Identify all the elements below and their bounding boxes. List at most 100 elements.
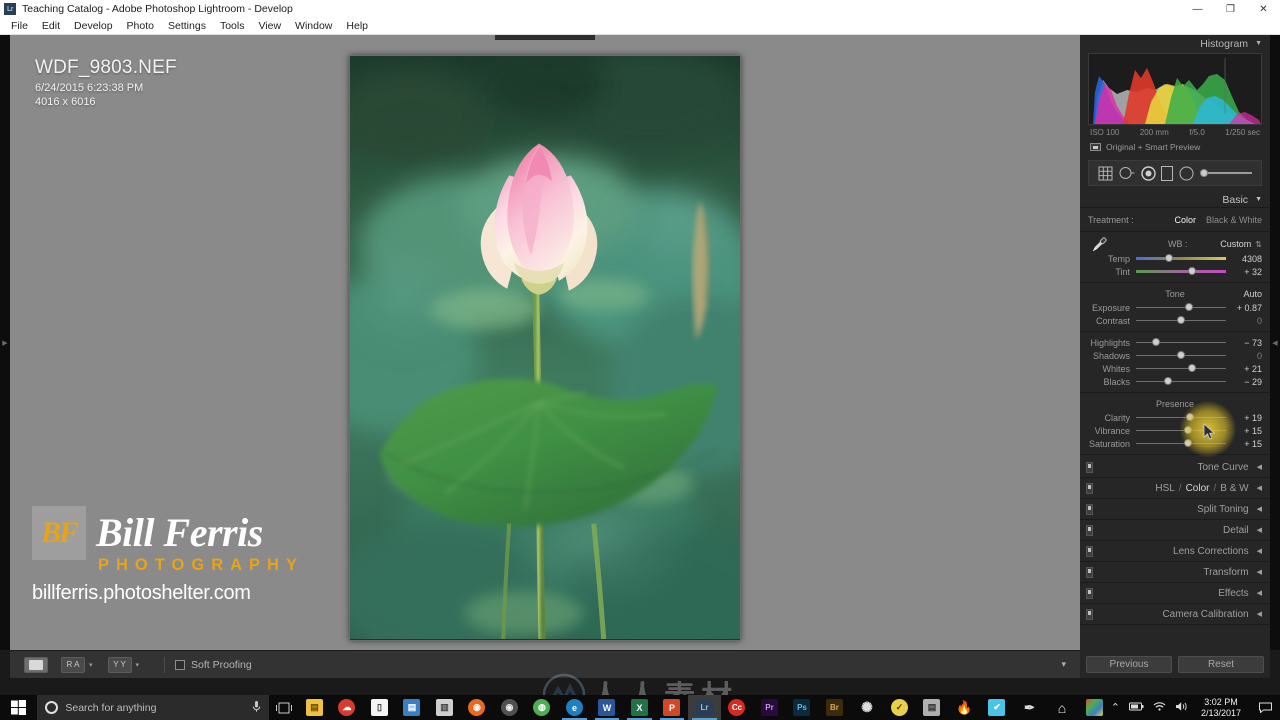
taskbar-app-flame[interactable]: 🔥 [948, 695, 981, 720]
shadows-track-wrap[interactable] [1136, 349, 1226, 362]
blacks-value[interactable]: − 29 [1232, 377, 1262, 387]
taskbar-app-premiere[interactable]: Pr [753, 695, 786, 720]
exposure-knob[interactable] [1185, 303, 1194, 311]
maximize-button[interactable]: ❐ [1214, 0, 1247, 18]
color-label[interactable]: Color [1186, 483, 1210, 494]
microphone-icon[interactable] [252, 700, 261, 716]
slider-temp[interactable]: Temp 4308 [1080, 252, 1270, 265]
previous-button[interactable]: Previous [1086, 655, 1172, 673]
split-toning-switch-icon[interactable] [1086, 503, 1093, 515]
brush-slider-knob[interactable] [1200, 169, 1209, 177]
clarity-track-wrap[interactable] [1136, 411, 1226, 424]
saturation-track-wrap[interactable] [1136, 437, 1226, 450]
menu-file[interactable]: File [4, 18, 35, 35]
hsl-chevron-icon[interactable]: ◀ [1257, 484, 1262, 492]
taskbar-app-powerpoint[interactable]: P [656, 695, 689, 720]
transform-chevron-icon[interactable]: ◀ [1257, 568, 1262, 576]
start-button[interactable] [0, 695, 37, 720]
temp-value[interactable]: 4308 [1232, 254, 1262, 264]
taskbar-app-clock[interactable]: ✓ [883, 695, 916, 720]
graduated-filter-icon[interactable] [1161, 165, 1174, 181]
tone-curve-switch-icon[interactable] [1086, 461, 1093, 473]
taskbar-app-word[interactable]: W [591, 695, 624, 720]
slider-vibrance[interactable]: Vibrance + 15 [1080, 424, 1270, 437]
menu-settings[interactable]: Settings [161, 18, 213, 35]
crop-overlay-icon[interactable] [1098, 166, 1113, 181]
panel-detail[interactable]: Detail ◀ [1080, 520, 1270, 541]
whites-knob[interactable] [1187, 364, 1196, 372]
exposure-value[interactable]: + 0.87 [1232, 303, 1262, 313]
taskbar-app-display[interactable]: ▤ [396, 695, 429, 720]
histogram-graph[interactable] [1088, 53, 1262, 125]
wifi-icon[interactable] [1153, 701, 1166, 714]
compare-caret-icon[interactable]: ▾ [89, 661, 93, 669]
right-panel-collapse-strip[interactable]: ◀ [1270, 35, 1280, 650]
whites-value[interactable]: + 21 [1232, 364, 1262, 374]
hsl-label[interactable]: HSL [1155, 483, 1174, 494]
camera-calibration-switch-icon[interactable] [1086, 608, 1093, 620]
menu-develop[interactable]: Develop [67, 18, 120, 35]
taskbar-app-photoshop[interactable]: Ps [786, 695, 819, 720]
tone-curve-chevron-icon[interactable]: ◀ [1257, 463, 1262, 471]
clarity-value[interactable]: + 19 [1232, 413, 1262, 423]
slider-saturation[interactable]: Saturation + 15 [1080, 437, 1270, 450]
vibrance-value[interactable]: + 15 [1232, 426, 1262, 436]
panel-lens-corrections[interactable]: Lens Corrections ◀ [1080, 541, 1270, 562]
menu-photo[interactable]: Photo [120, 18, 161, 35]
taskbar-app-screen[interactable]: ▤ [916, 695, 949, 720]
slider-whites[interactable]: Whites + 21 [1080, 362, 1270, 375]
lens-corrections-switch-icon[interactable] [1086, 545, 1093, 557]
contrast-value[interactable]: 0 [1232, 316, 1262, 326]
compare-view-button[interactable]: R A [61, 656, 85, 673]
survey-view-button[interactable]: Y Y [107, 656, 132, 673]
adjustment-brush-size-slider[interactable] [1200, 169, 1253, 177]
action-center-button[interactable] [1254, 702, 1276, 713]
lens-corrections-chevron-icon[interactable]: ◀ [1257, 547, 1262, 555]
basic-panel-header[interactable]: Basic ▼ [1080, 192, 1270, 208]
basic-chevron-down-icon[interactable]: ▼ [1255, 196, 1262, 203]
wb-preset-value[interactable]: Custom ⇅ [1220, 239, 1262, 249]
menu-tools[interactable]: Tools [213, 18, 252, 35]
slider-exposure[interactable]: Exposure + 0.87 [1080, 301, 1270, 314]
slider-highlights[interactable]: Highlights − 73 [1080, 336, 1270, 349]
effects-chevron-icon[interactable]: ◀ [1257, 589, 1262, 597]
taskbar-app-spiral[interactable]: ✺ [851, 695, 884, 720]
show-hidden-icons-chevron-icon[interactable]: ⌃ [1111, 701, 1120, 714]
vibrance-track-wrap[interactable] [1136, 424, 1226, 437]
tint-knob[interactable] [1187, 267, 1196, 275]
taskbar-app-firefox[interactable]: ◉ [461, 695, 494, 720]
highlights-track-wrap[interactable] [1136, 336, 1226, 349]
taskbar-app-cloud[interactable]: ☁ [331, 695, 364, 720]
exposure-track-wrap[interactable] [1136, 301, 1226, 314]
left-panel-collapse-strip[interactable]: ▶ [0, 35, 10, 650]
treatment-color-option[interactable]: Color [1174, 215, 1196, 225]
taskbar-app-excel[interactable]: X [623, 695, 656, 720]
highlights-value[interactable]: − 73 [1232, 338, 1262, 348]
temp-knob[interactable] [1165, 254, 1174, 262]
taskbar-app-chrome[interactable]: ◍ [526, 695, 559, 720]
blacks-knob[interactable] [1164, 377, 1173, 385]
toolbar-expand-caret-icon[interactable]: ▾ [1061, 659, 1066, 670]
bw-label[interactable]: B & W [1220, 483, 1248, 494]
soft-proofing-checkbox[interactable] [175, 659, 186, 670]
detail-chevron-icon[interactable]: ◀ [1257, 526, 1262, 534]
shadows-knob[interactable] [1177, 351, 1185, 359]
brush-slider-track[interactable] [1208, 172, 1253, 174]
detail-switch-icon[interactable] [1086, 524, 1093, 536]
radial-filter-icon[interactable] [1179, 166, 1194, 181]
menu-window[interactable]: Window [288, 18, 339, 35]
tint-track-wrap[interactable] [1136, 265, 1226, 278]
menu-view[interactable]: View [251, 18, 288, 35]
task-view-button[interactable] [269, 702, 298, 714]
taskbar-app-edge[interactable]: e [558, 695, 591, 720]
slider-shadows[interactable]: Shadows 0 [1080, 349, 1270, 362]
auto-tone-button[interactable]: Auto [1243, 289, 1262, 299]
reset-button[interactable]: Reset [1178, 655, 1264, 673]
taskbar-app-file-explorer[interactable]: ▤ [298, 695, 331, 720]
red-eye-icon[interactable] [1140, 165, 1156, 181]
panel-effects[interactable]: Effects ◀ [1080, 583, 1270, 604]
saturation-value[interactable]: + 15 [1232, 439, 1262, 449]
chevron-down-icon[interactable]: ▼ [1255, 40, 1262, 47]
taskbar-app-store[interactable]: ▯ [363, 695, 396, 720]
split-toning-chevron-icon[interactable]: ◀ [1257, 505, 1262, 513]
